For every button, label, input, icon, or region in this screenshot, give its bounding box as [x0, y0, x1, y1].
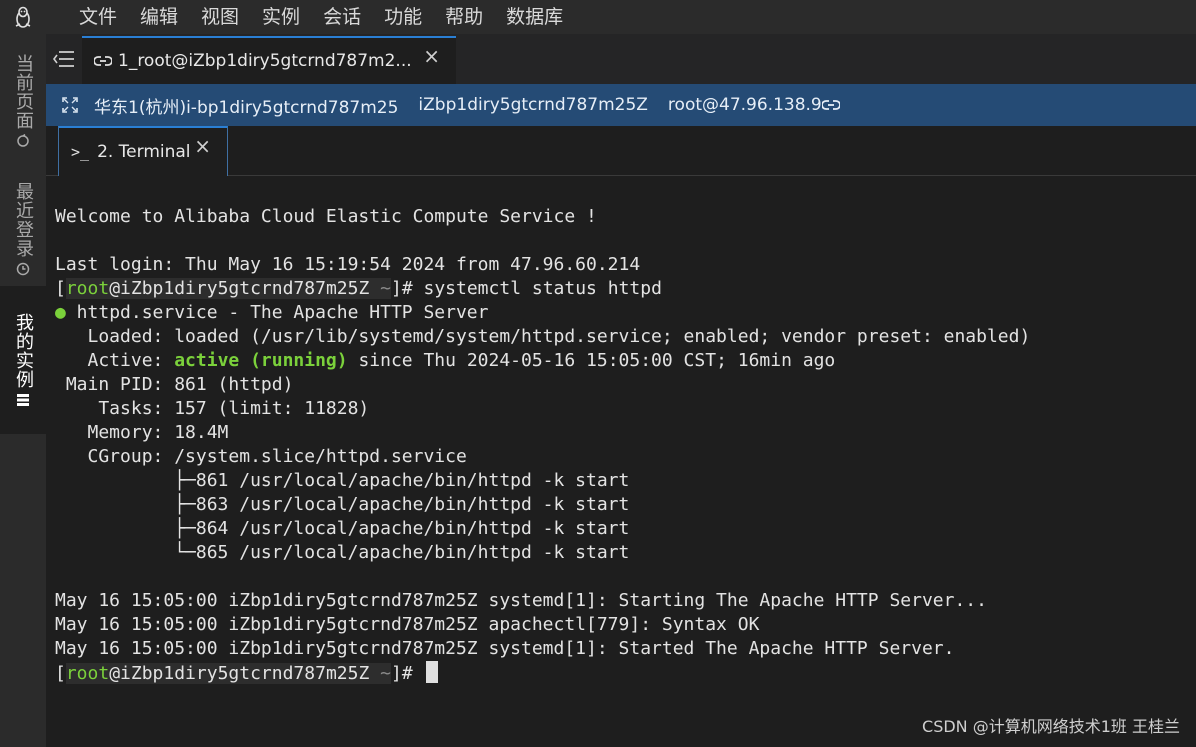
loaded-line: Loaded: loaded (/usr/lib/systemd/system/…: [55, 326, 1031, 347]
menu-edit[interactable]: 编辑: [140, 0, 178, 34]
link-icon: [821, 100, 840, 110]
menu-help[interactable]: 帮助: [445, 0, 483, 34]
menu-instance[interactable]: 实例: [262, 0, 300, 34]
instance-region-id: 华东1(杭州)i-bp1diry5gtcrnd787m25: [94, 97, 399, 118]
tasks-line: Tasks: 157 (limit: 11828): [55, 398, 370, 419]
link-icon: [94, 56, 112, 66]
memory-line: Memory: 18.4M: [55, 422, 229, 443]
command-text: systemctl status httpd: [423, 278, 662, 299]
left-sidebar: 当前页面 最近登录 我的实例: [0, 34, 46, 747]
service-name: httpd.service - The Apache HTTP Server: [65, 302, 489, 323]
cgroup-process-line: ├─863 /usr/local/apache/bin/httpd -k sta…: [55, 494, 630, 515]
menu-features[interactable]: 功能: [384, 0, 422, 34]
welcome-line: Welcome to Alibaba Cloud Elastic Compute…: [55, 206, 597, 227]
sidebar-tab-label: 我的实例: [13, 313, 34, 389]
log-line: May 16 15:05:00 iZbp1diry5gtcrnd787m25Z …: [55, 614, 760, 635]
cgroup-line: CGroup: /system.slice/httpd.service: [55, 446, 467, 467]
prompt-line: [root@iZbp1diry5gtcrnd787m25Z ~]#: [55, 661, 1196, 685]
log-line: May 16 15:05:00 iZbp1diry5gtcrnd787m25Z …: [55, 590, 987, 611]
prompt-host: @iZbp1diry5gtcrnd787m25Z: [109, 278, 370, 299]
sidebar-tab-label: 当前页面: [13, 54, 34, 130]
collapse-menu-icon[interactable]: [46, 34, 82, 84]
cgroup-process-line: ├─861 /usr/local/apache/bin/httpd -k sta…: [55, 470, 630, 491]
prompt-dir: ~: [380, 278, 391, 299]
menu-session[interactable]: 会话: [323, 0, 361, 34]
active-label: Active:: [55, 350, 175, 371]
terminal-prompt-icon: >_: [71, 143, 90, 161]
session-tab-label: 1_root@iZbp1diry5gtcrnd787m2...: [118, 51, 412, 71]
instance-user-ip: root@47.96.138.9: [667, 95, 822, 115]
cgroup-process-line: ├─864 /usr/local/apache/bin/httpd -k sta…: [55, 518, 630, 539]
terminal-output[interactable]: Welcome to Alibaba Cloud Elastic Compute…: [46, 177, 1196, 747]
active-since: since Thu 2024-05-16 15:05:00 CST; 16min…: [347, 350, 836, 371]
cgroup-process-line: └─865 /usr/local/apache/bin/httpd -k sta…: [55, 542, 630, 563]
history-icon: [16, 262, 30, 276]
refresh-icon: [17, 134, 29, 147]
terminal-tab-label: 2. Terminal: [97, 142, 191, 162]
terminal-tab[interactable]: >_ 2. Terminal ×: [58, 126, 228, 176]
service-line: ● httpd.service - The Apache HTTP Server: [55, 301, 1196, 325]
prompt-host: @iZbp1diry5gtcrnd787m25Z: [109, 663, 370, 684]
status-dot-icon: ●: [55, 302, 66, 323]
watermark: CSDN @计算机网络技术1班 王桂兰: [922, 717, 1180, 736]
prompt-user: root: [65, 663, 110, 684]
fullscreen-icon[interactable]: [46, 97, 94, 113]
menu-database[interactable]: 数据库: [506, 0, 563, 34]
sidebar-tab-label: 最近登录: [13, 182, 34, 258]
instance-hostname: iZbp1diry5gtcrnd787m25Z: [418, 95, 648, 115]
menu-file[interactable]: 文件: [79, 0, 117, 34]
menu-view[interactable]: 视图: [201, 0, 239, 34]
close-tab-icon[interactable]: ×: [423, 44, 440, 68]
close-tab-icon[interactable]: ×: [194, 134, 211, 158]
sidebar-tab-current-page[interactable]: 当前页面: [0, 42, 46, 160]
active-state: active (running): [174, 350, 348, 371]
menu-bar: 文件 编辑 视图 实例 会话 功能 帮助 数据库: [0, 0, 1196, 34]
log-line: May 16 15:05:00 iZbp1diry5gtcrnd787m25Z …: [55, 638, 955, 659]
sidebar-tab-recent-login[interactable]: 最近登录: [0, 170, 46, 288]
instance-info-bar: 华东1(杭州)i-bp1diry5gtcrnd787m25 iZbp1diry5…: [46, 84, 1196, 126]
session-tab-bar: 1_root@iZbp1diry5gtcrnd787m2... ×: [46, 34, 1196, 84]
server-stack-icon: [17, 394, 29, 406]
main-pid-line: Main PID: 861 (httpd): [55, 374, 294, 395]
prompt-line: [root@iZbp1diry5gtcrnd787m25Z ~]# system…: [55, 278, 662, 299]
session-tab[interactable]: 1_root@iZbp1diry5gtcrnd787m2... ×: [82, 36, 456, 84]
linux-penguin-icon: [0, 0, 46, 34]
prompt-dir: ~: [380, 663, 391, 684]
last-login-line: Last login: Thu May 16 15:19:54 2024 fro…: [55, 254, 641, 275]
prompt-user: root: [65, 278, 110, 299]
terminal-cursor: [425, 661, 438, 683]
active-line: Active: active (running) since Thu 2024-…: [55, 349, 1196, 373]
sidebar-tab-my-instances[interactable]: 我的实例: [0, 286, 46, 434]
terminal-tab-bar: >_ 2. Terminal ×: [46, 126, 1196, 176]
